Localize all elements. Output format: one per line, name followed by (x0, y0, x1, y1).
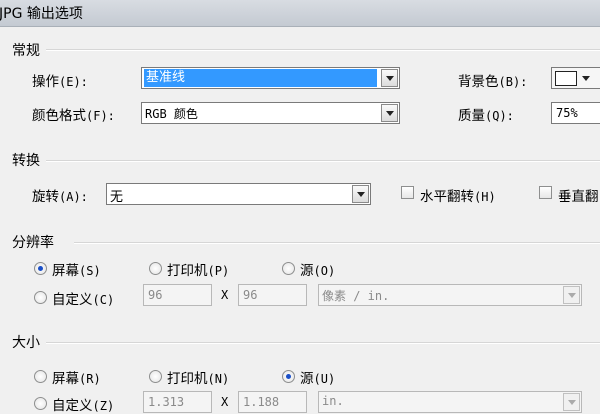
color-format-select[interactable]: RGB 颜色 (141, 102, 400, 124)
resolution-custom-label[interactable]: 自定义(C) (52, 288, 114, 308)
size-x-input[interactable]: 1.313 (143, 391, 212, 413)
resolution-screen-label[interactable]: 屏幕(S) (52, 259, 101, 279)
window-title: JPG 输出选项 (0, 6, 83, 22)
size-source-radio[interactable] (282, 370, 295, 383)
chevron-down-icon[interactable] (381, 104, 398, 122)
size-screen-radio[interactable] (34, 370, 47, 383)
title-bar: JPG 输出选项 (0, 0, 600, 27)
section-transform-heading: 转换 (12, 153, 40, 169)
resolution-source-label[interactable]: 源(O) (300, 259, 335, 279)
size-printer-radio[interactable] (149, 370, 162, 383)
operation-label: 操作(E): (32, 74, 88, 90)
section-general-heading: 常规 (12, 43, 40, 59)
resolution-source-radio[interactable] (282, 262, 295, 275)
resolution-unit-value: 像素 / in. (322, 289, 390, 303)
section-transform-divider (46, 160, 600, 162)
size-separator: X (221, 395, 229, 409)
section-general-divider (46, 49, 600, 51)
color-swatch-icon (555, 71, 577, 86)
flip-horizontal-label[interactable]: 水平翻转(H) (420, 185, 496, 205)
quality-label: 质量(Q): (458, 108, 514, 124)
operation-value: 基准线 (144, 69, 377, 87)
rotate-select[interactable]: 无 (106, 183, 371, 205)
section-size-divider (46, 342, 600, 344)
size-custom-label[interactable]: 自定义(Z) (52, 394, 114, 414)
resolution-y-input[interactable]: 96 (238, 284, 307, 306)
quality-input[interactable]: 75% (551, 102, 600, 124)
size-custom-radio[interactable] (34, 397, 47, 410)
chevron-down-icon[interactable] (563, 393, 580, 411)
size-printer-label[interactable]: 打印机(N) (167, 367, 229, 387)
size-screen-label[interactable]: 屏幕(R) (52, 367, 101, 387)
flip-horizontal-checkbox[interactable] (401, 186, 414, 199)
resolution-printer-radio[interactable] (149, 262, 162, 275)
chevron-down-icon (582, 76, 590, 81)
size-unit-select[interactable]: in. (318, 391, 582, 413)
color-format-value: RGB 颜色 (145, 107, 198, 121)
chevron-down-icon[interactable] (352, 185, 369, 203)
resolution-unit-select[interactable]: 像素 / in. (318, 284, 582, 306)
size-unit-value: in. (322, 394, 344, 408)
section-size-heading: 大小 (12, 335, 40, 351)
resolution-screen-radio[interactable] (34, 262, 47, 275)
chevron-down-icon[interactable] (563, 286, 580, 304)
section-resolution-divider (74, 242, 600, 244)
flip-vertical-checkbox[interactable] (539, 186, 552, 199)
rotate-value: 无 (110, 190, 124, 205)
size-y-input[interactable]: 1.188 (238, 391, 307, 413)
background-color-button[interactable] (551, 67, 600, 89)
rotate-label: 旋转(A): (32, 189, 88, 205)
resolution-separator: X (221, 288, 229, 302)
operation-select[interactable]: 基准线 (141, 67, 400, 89)
size-source-label[interactable]: 源(U) (300, 367, 335, 387)
background-color-label: 背景色(B): (458, 74, 528, 90)
section-resolution-heading: 分辨率 (12, 235, 54, 251)
resolution-printer-label[interactable]: 打印机(P) (167, 259, 229, 279)
resolution-x-input[interactable]: 96 (143, 284, 212, 306)
resolution-custom-radio[interactable] (34, 291, 47, 304)
color-format-label: 颜色格式(F): (32, 108, 115, 124)
chevron-down-icon[interactable] (381, 69, 398, 87)
flip-vertical-label[interactable]: 垂直翻 (558, 185, 599, 205)
